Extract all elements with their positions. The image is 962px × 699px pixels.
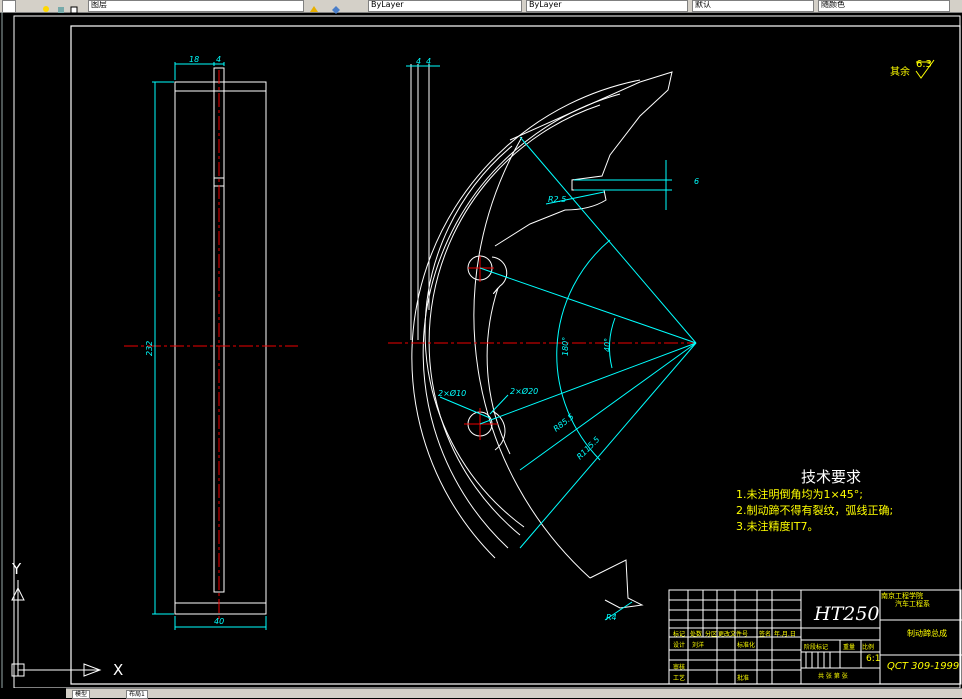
tb-mark: 标记 (673, 631, 686, 638)
tb-standardize: 标准化 (737, 642, 756, 649)
plotstyle-select[interactable]: 随颜色 (818, 0, 950, 12)
dept-name: 汽车工程系 (895, 600, 930, 608)
ucs-x-label: X (113, 661, 124, 679)
tab-model[interactable]: 模型 (72, 690, 91, 699)
dim-hole-small: 2×Ø10 (438, 388, 466, 398)
scale-value: 6:1 (866, 654, 881, 664)
surface-value: 6.3 (916, 59, 932, 70)
school-label: 南京工程学院 汽车工程系 (881, 592, 930, 608)
dim-r-inner: R85.5 (552, 412, 576, 433)
tb-sheets: 共 张 第 张 (818, 673, 848, 680)
layer-state-icon[interactable] (40, 0, 52, 12)
tb-change: 更改文件号 (718, 631, 749, 638)
material-label: HT250 (814, 603, 880, 625)
tb-stage: 阶段标记 (804, 644, 829, 651)
tech-line-2: 2.制动蹄不得有裂纹，弧线正确; (736, 504, 894, 517)
tb-designer: 刘洋 (692, 642, 705, 649)
dim-r-slot: R2.5 (548, 195, 566, 204)
tech-line-1: 1.未注明倒角均为1×45°; (736, 488, 863, 501)
surface-note-label: 其余 (890, 67, 910, 78)
color-select[interactable]: ByLayer (368, 0, 522, 12)
tb-approve: 批准 (737, 675, 750, 682)
dim-slot-width: 6 (694, 177, 699, 186)
layer-previous-icon[interactable] (330, 0, 342, 14)
surface-note: 其余 6.3 (890, 59, 932, 78)
dim-width-bottom: 40 (214, 617, 224, 626)
linetype-select[interactable]: ByLayer (526, 0, 688, 12)
dim-r4: R4 (606, 613, 617, 622)
make-current-icon[interactable] (308, 0, 320, 12)
tb-weight: 重量 (843, 644, 856, 651)
lineweight-select[interactable]: 默认 (692, 0, 814, 12)
tb-design: 设计 (673, 642, 686, 649)
layer-lock-icon[interactable] (55, 0, 67, 13)
dim-small-top2: 4 (426, 57, 431, 66)
tb-count: 处数 (690, 631, 703, 638)
layer-select[interactable]: 图层 (88, 0, 304, 12)
dim-angle-40: 40° (603, 338, 612, 352)
tech-line-3: 3.未注精度IT7。 (736, 520, 819, 533)
ucs-y-label: Y (12, 560, 22, 578)
dim-height: 232 (145, 341, 154, 356)
tb-zone: 分区 (705, 631, 718, 638)
dim-width-small: 4 (216, 55, 221, 64)
dim-small-top1: 4 (416, 57, 421, 66)
tab-layout1[interactable]: 布局1 (126, 690, 148, 699)
tb-date: 年.月.日 (774, 631, 796, 638)
part-name: 制动蹄总成 (907, 629, 947, 638)
ucs-icon (11, 580, 102, 677)
dim-width-top: 18 (189, 55, 199, 64)
school-name: 南京工程学院 (881, 592, 923, 600)
tb-check: 审核 (673, 664, 686, 671)
tb-process: 工艺 (673, 675, 686, 682)
front-view (410, 64, 673, 609)
inner-frame (70, 25, 961, 685)
tb-ratio: 比例 (862, 644, 875, 651)
standard-label: QCT 309-1999 (887, 661, 960, 672)
dim-angle-180: 180° (561, 337, 570, 356)
layer-color-icon[interactable] (68, 0, 80, 14)
tb-sign: 签名 (759, 631, 772, 638)
tech-title: 技术要求 (801, 468, 862, 486)
drawing-canvas[interactable]: 18 4 232 40 4 4 R2.5 6 180° 40° 2×Ø10 2×… (0, 12, 962, 688)
dim-hole-large: 2×Ø20 (510, 386, 538, 396)
